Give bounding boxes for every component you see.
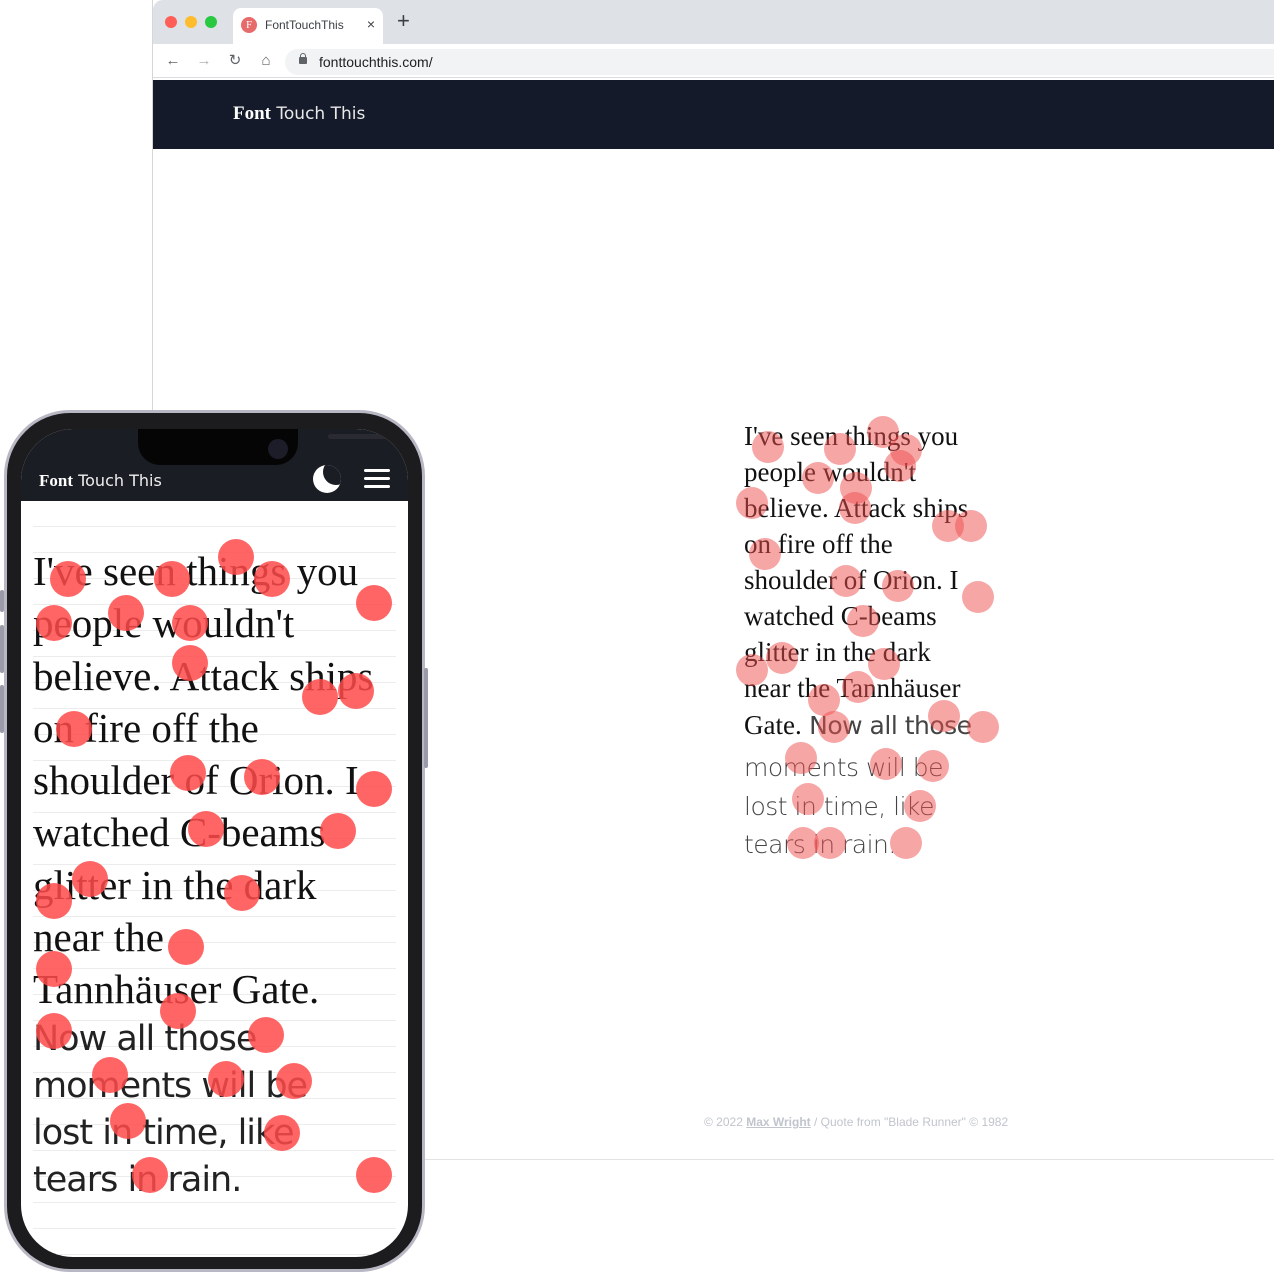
reload-icon[interactable]: ↻: [225, 51, 245, 71]
author-link[interactable]: Max Wright: [746, 1115, 810, 1129]
back-arrow-icon[interactable]: ←: [163, 51, 183, 71]
phone-quote-line: shoulder of Orion. I: [33, 757, 359, 804]
site-header: Font Touch This: [153, 80, 1274, 149]
volume-down-button: [0, 685, 4, 733]
phone-notch: [138, 429, 396, 465]
speaker-grille: [328, 434, 396, 439]
quote-line: I've seen things you: [744, 421, 959, 451]
brand-bold: Font: [233, 103, 271, 124]
tab-title: FontTouchThis: [265, 18, 344, 32]
quote-line: believe. Attack ships: [744, 493, 969, 523]
phone-frame: Font Touch This I've seen things you peo…: [4, 410, 425, 1272]
phone-quote-line: I've seen things you: [33, 548, 359, 594]
phone-quote-text: I've seen things you people wouldn't bel…: [33, 545, 373, 1204]
quote-line: glitter in the dark: [744, 637, 931, 667]
phone-quote-line: on fire off the: [33, 704, 259, 751]
favicon-icon: F: [241, 17, 257, 33]
new-tab-button[interactable]: +: [397, 10, 410, 32]
phone-brand-bold: Font: [39, 471, 73, 490]
power-button: [424, 668, 428, 768]
quote-line: tears in rain.: [744, 830, 896, 859]
camera-icon: [268, 439, 288, 459]
url-text: fonttouchthis.com/: [319, 54, 433, 70]
minimize-window-button[interactable]: [185, 16, 197, 28]
close-tab-icon[interactable]: ×: [367, 16, 375, 32]
phone-content: I've seen things you people wouldn't bel…: [21, 501, 408, 1257]
quote-line: watched C-beams: [744, 601, 937, 631]
quote-serif-part: Gate.: [744, 710, 802, 740]
browser-toolbar: ← → ↻ ⌂ fonttouchthis.com/: [153, 44, 1274, 78]
site-logo[interactable]: Font Touch This: [233, 103, 365, 125]
hamburger-menu-icon[interactable]: [364, 469, 390, 489]
quote-text: I've seen things you people wouldn't bel…: [744, 418, 1014, 865]
close-window-button[interactable]: [165, 16, 177, 28]
phone-quote-line: watched C-beams: [33, 809, 326, 856]
phone-quote-line: Tannhäuser Gate.: [33, 966, 320, 1013]
phone-screen: Font Touch This I've seen things you peo…: [21, 429, 408, 1257]
quote-line: on fire off the: [744, 529, 893, 559]
quote-line: moments will be: [744, 753, 943, 782]
phone-quote-line: lost in time, like: [33, 1112, 295, 1153]
quote-sans-part: Now all those: [801, 711, 972, 740]
footer-copyright: © 2022: [704, 1115, 747, 1129]
volume-up-button: [0, 625, 4, 673]
phone-quote-line: believe. Attack ships: [33, 652, 374, 699]
site-footer: © 2022 Max Wright / Quote from "Blade Ru…: [704, 1115, 1008, 1129]
phone-quote-line: Now all those: [33, 1018, 257, 1059]
address-bar[interactable]: fonttouchthis.com/: [285, 49, 1274, 75]
footer-credit: / Quote from "Blade Runner" © 1982: [810, 1115, 1009, 1129]
phone-quote-line: people wouldn't: [33, 600, 295, 647]
quote-line: shoulder of Orion. I: [744, 565, 959, 595]
quote-line: lost in time, like: [744, 791, 935, 821]
lock-icon: [299, 53, 307, 64]
phone-quote-line: tears in rain.: [33, 1159, 242, 1200]
browser-tab[interactable]: F FontTouchThis ×: [233, 8, 383, 44]
phone-quote-line: moments will be: [33, 1065, 308, 1106]
quote-line: near the Tannhäuser: [744, 673, 961, 703]
quote-line: people wouldn't: [744, 457, 917, 487]
phone-quote-line: near the: [33, 914, 164, 961]
phone-brand-light: Touch This: [73, 471, 162, 490]
forward-arrow-icon[interactable]: →: [194, 51, 214, 71]
home-icon[interactable]: ⌂: [256, 51, 276, 71]
brand-light: Touch This: [271, 104, 366, 124]
moon-icon[interactable]: [313, 465, 341, 493]
quote-line-mixed: Gate. Now all those: [744, 706, 1014, 749]
phone-site-logo[interactable]: Font Touch This: [39, 471, 162, 491]
phone-quote-line: glitter in the dark: [33, 861, 317, 908]
phone-site-header: Font Touch This: [21, 429, 408, 501]
maximize-window-button[interactable]: [205, 16, 217, 28]
tab-bar: F FontTouchThis × +: [153, 0, 1274, 44]
mute-switch: [0, 590, 4, 612]
